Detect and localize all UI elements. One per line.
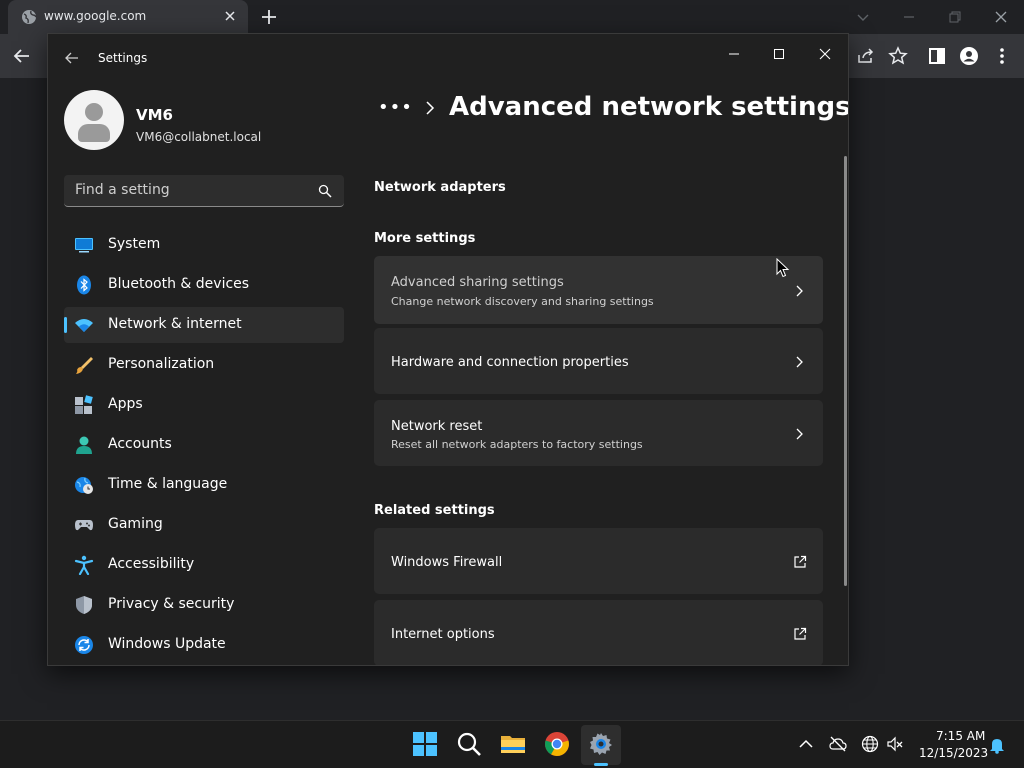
system-icon [75,238,93,253]
new-tab-icon[interactable] [259,7,279,27]
menu-kebab-icon[interactable] [991,45,1013,67]
chevron-right-icon [796,356,803,368]
accessibility-icon [74,555,94,575]
close-tab-icon[interactable] [222,8,238,24]
breadcrumb-chevron-icon [426,101,435,115]
breadcrumb-more-button[interactable]: ••• [378,97,413,118]
section-related-settings: Related settings [374,503,495,518]
external-link-icon [794,627,807,640]
start-button-icon[interactable] [412,731,438,757]
sidebar-item-privacy-security[interactable]: Privacy & security [64,587,344,623]
apps-icon [75,395,93,414]
mouse-cursor-icon [776,258,790,278]
sidebar-item-bluetooth[interactable]: Bluetooth & devices [64,267,344,303]
search-icon[interactable] [318,184,332,198]
minimize-icon[interactable] [724,44,744,64]
accounts-icon [76,436,92,454]
browser-tab[interactable]: www.google.com [8,0,248,34]
restore-browser-icon[interactable] [944,6,966,28]
taskbar: 7:15 AM 12/15/2023 [0,720,1024,768]
gamepad-icon [75,520,93,531]
globe-icon [22,10,37,24]
page-title: Advanced network settings [449,92,849,122]
sidebar-item-windows-update[interactable]: Windows Update [64,627,344,663]
section-more-settings: More settings [374,231,476,246]
maximize-icon[interactable] [769,44,789,64]
back-icon[interactable] [11,45,33,67]
scrollbar[interactable] [844,156,847,586]
shield-icon [76,596,92,614]
chevron-right-icon [796,285,803,297]
profile-email: VM6@collabnet.local [136,130,262,144]
settings-window: Settings VM6 VM6@collabnet.local Find a … [47,33,849,666]
card-title: Advanced sharing settings [391,275,564,290]
side-panel-icon[interactable] [926,45,948,67]
settings-titlebar[interactable]: Settings [48,34,848,82]
file-explorer-icon[interactable] [500,731,526,757]
advanced-sharing-settings-card[interactable]: Advanced sharing settings Change network… [374,256,823,324]
sidebar-item-gaming[interactable]: Gaming [64,507,344,543]
search-box[interactable] [64,175,344,207]
card-subtitle: Change network discovery and sharing set… [391,295,654,308]
internet-options-card[interactable]: Internet options [374,600,823,665]
settings-taskbar-button[interactable] [581,725,621,765]
app-title: Settings [98,51,148,65]
globe-clock-icon [75,477,93,494]
clock-time[interactable]: 7:15 AM [936,729,985,743]
notification-bell-icon[interactable] [988,736,1006,754]
windows-firewall-card[interactable]: Windows Firewall [374,528,823,594]
search-input[interactable] [64,175,314,205]
close-browser-icon[interactable] [990,6,1012,28]
network-globe-icon[interactable] [861,735,879,753]
card-title: Hardware and connection properties [391,355,629,370]
sidebar-nav: System Bluetooth & devices Network & int… [64,227,344,665]
settings-gear-icon [590,733,612,755]
avatar[interactable] [64,90,124,150]
external-link-icon [794,555,807,568]
tab-search-icon[interactable] [852,6,874,28]
sidebar-item-time-language[interactable]: Time & language [64,467,344,503]
card-title: Windows Firewall [391,555,503,570]
share-icon[interactable] [855,45,877,67]
close-icon[interactable] [815,44,835,64]
sidebar-item-personalization[interactable]: Personalization [64,347,344,383]
main-content: ••• Advanced network settings Network ad… [374,82,848,665]
tab-title: www.google.com [44,9,147,23]
section-network-adapters: Network adapters [374,180,506,195]
browser-tabstrip: www.google.com [0,0,1024,34]
search-taskbar-icon[interactable] [456,731,482,757]
brush-icon [76,357,93,374]
bookmark-star-icon[interactable] [887,45,909,67]
clock-date[interactable]: 12/15/2023 [919,746,988,760]
profile-name: VM6 [136,106,173,124]
profile-icon[interactable] [958,45,980,67]
card-subtitle: Reset all network adapters to factory se… [391,438,643,451]
network-reset-card[interactable]: Network reset Reset all network adapters… [374,400,823,466]
onedrive-offline-icon[interactable] [829,735,847,753]
sidebar-item-apps[interactable]: Apps [64,387,344,423]
sidebar-item-network[interactable]: Network & internet [64,307,344,343]
volume-muted-icon[interactable] [886,735,904,753]
sidebar-item-system[interactable]: System [64,227,344,263]
bluetooth-icon [77,275,91,295]
sidebar-item-accessibility[interactable]: Accessibility [64,547,344,583]
card-title: Network reset [391,419,483,434]
wifi-icon [75,319,93,332]
sidebar-item-accounts[interactable]: Accounts [64,427,344,463]
active-app-indicator [594,763,608,766]
show-hidden-icons-chevron-up-icon[interactable] [797,735,815,753]
minimize-browser-icon[interactable] [898,6,920,28]
hardware-connection-properties-card[interactable]: Hardware and connection properties [374,328,823,394]
update-icon [75,636,93,654]
back-arrow-icon[interactable] [64,50,80,66]
chrome-icon[interactable] [544,731,570,757]
chevron-right-icon [796,428,803,440]
card-title: Internet options [391,627,495,642]
